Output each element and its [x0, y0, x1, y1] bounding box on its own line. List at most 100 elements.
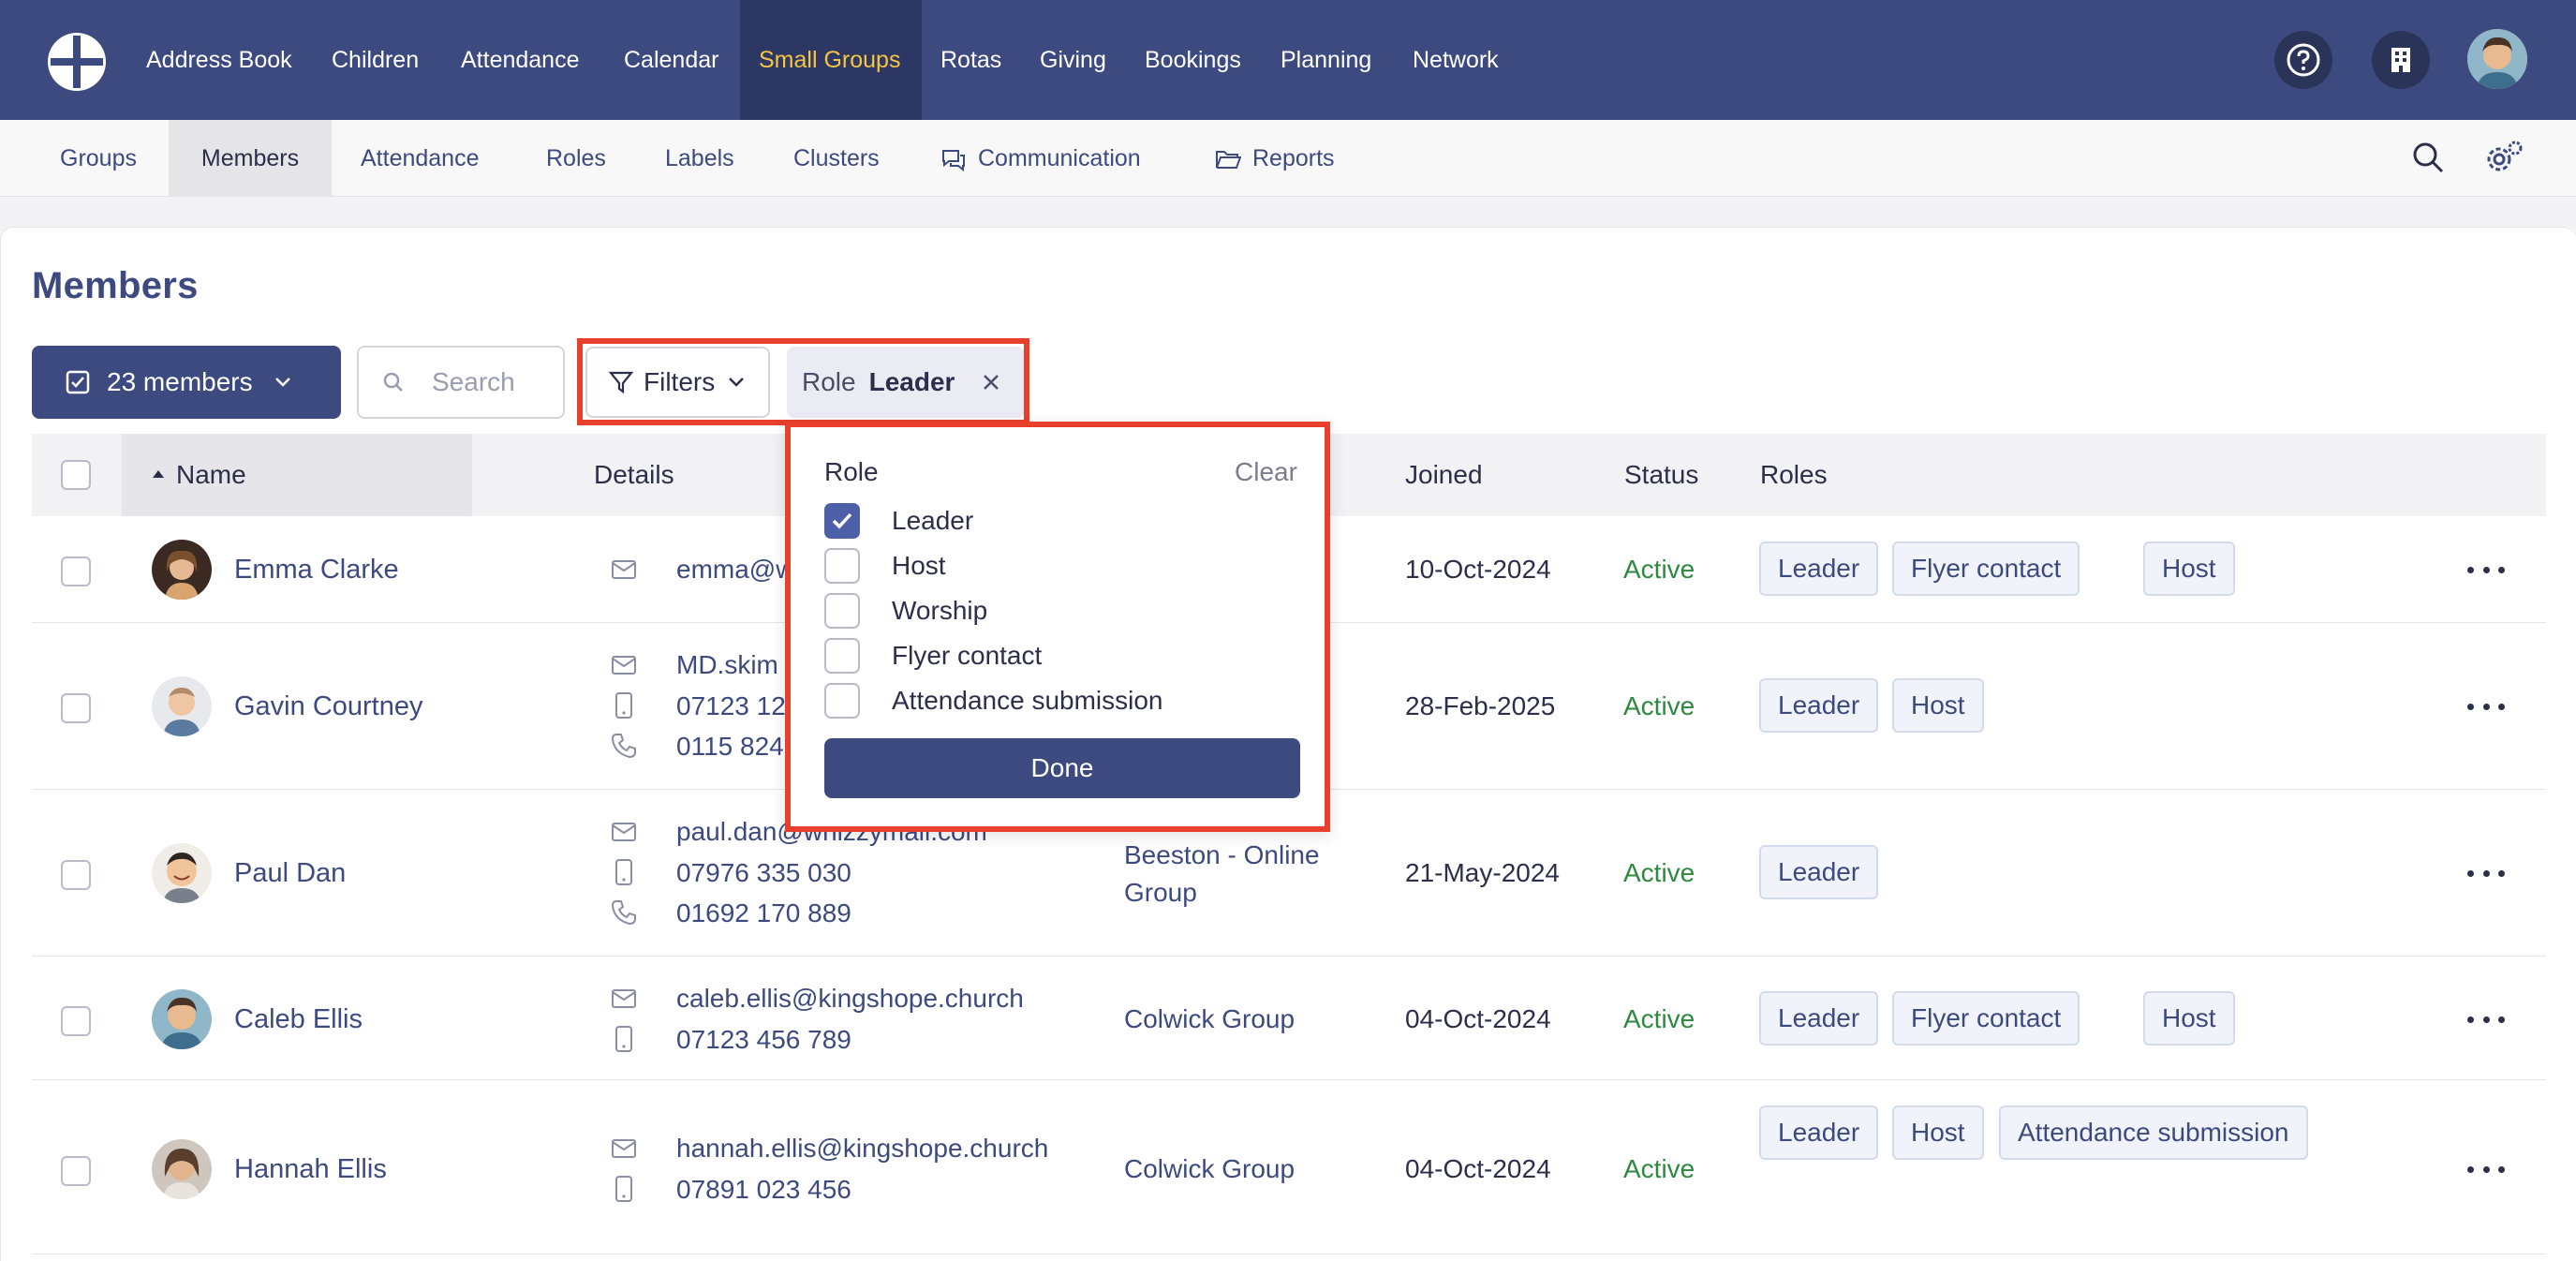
tab-reports[interactable]: Reports [1215, 120, 1335, 197]
email-icon [612, 656, 636, 675]
row-checkbox[interactable] [61, 693, 91, 723]
role-tag: Host [1892, 678, 1984, 733]
role-tag: Flyer contact [1892, 991, 2080, 1046]
row-more-button[interactable] [2467, 864, 2505, 883]
role-option-host[interactable]: Host [824, 547, 946, 585]
sub-navigation: Groups Members Attendance Roles Labels C… [0, 120, 2576, 197]
nav-network[interactable]: Network [1413, 0, 1499, 120]
help-button[interactable] [2274, 31, 2332, 89]
tab-attendance[interactable]: Attendance [361, 120, 480, 197]
member-name[interactable]: Gavin Courtney [234, 691, 423, 722]
member-phone[interactable]: 0115 824 [676, 732, 784, 762]
member-email[interactable]: caleb.ellis@kingshope.church [676, 984, 1024, 1014]
row-checkbox[interactable] [61, 860, 91, 890]
nav-children[interactable]: Children [332, 0, 419, 120]
role-option-worship[interactable]: Worship [824, 592, 987, 630]
role-tag: Leader [1759, 1105, 1879, 1160]
row-checkbox[interactable] [61, 556, 91, 586]
tab-clusters[interactable]: Clusters [793, 120, 880, 197]
top-navigation: Address Book Children Attendance Calenda… [0, 0, 2576, 120]
group-link[interactable]: Colwick Group [1124, 1001, 1295, 1038]
role-option-attendance-submission[interactable]: Attendance submission [824, 682, 1163, 720]
row-checkbox[interactable] [61, 1006, 91, 1036]
status-badge: Active [1623, 555, 1695, 584]
member-mobile[interactable]: 07123 12 [676, 691, 786, 721]
row-more-button[interactable] [2467, 560, 2505, 579]
member-name[interactable]: Caleb Ellis [234, 1004, 363, 1035]
role-tag: Leader [1759, 845, 1879, 899]
members-count: 23 members [107, 367, 253, 396]
column-status[interactable]: Status [1624, 434, 1698, 516]
clear-button[interactable]: Clear [1235, 457, 1297, 487]
column-joined[interactable]: Joined [1405, 434, 1483, 516]
member-name[interactable]: Hannah Ellis [234, 1154, 387, 1185]
status-badge: Active [1623, 1154, 1695, 1183]
done-button[interactable]: Done [824, 738, 1300, 798]
role-checkbox[interactable] [824, 638, 860, 674]
organisation-button[interactable] [2372, 31, 2430, 89]
column-roles[interactable]: Roles [1760, 434, 1828, 516]
email-icon [612, 989, 636, 1008]
avatar [152, 843, 212, 903]
role-tag: Host [2143, 541, 2235, 596]
tab-groups[interactable]: Groups [60, 120, 137, 197]
row-checkbox[interactable] [61, 1156, 91, 1186]
nav-small-groups[interactable]: Small Groups [740, 0, 922, 120]
nav-address-book[interactable]: Address Book [146, 0, 292, 120]
group-link[interactable]: Beeston - Online Group [1124, 837, 1320, 912]
tab-roles[interactable]: Roles [546, 120, 606, 197]
role-checkbox-checked[interactable] [824, 503, 860, 539]
member-email[interactable]: hannah.ellis@kingshope.church [676, 1134, 1048, 1164]
checkbox-icon [66, 370, 90, 394]
role-checkbox[interactable] [824, 548, 860, 584]
row-more-button[interactable] [2467, 1160, 2505, 1179]
status-badge: Active [1623, 691, 1695, 720]
joined-date: 04-Oct-2024 [1405, 1004, 1551, 1033]
group-link[interactable]: Colwick Group [1124, 1150, 1295, 1188]
search-icon[interactable] [2411, 141, 2445, 174]
row-divider [32, 956, 2546, 957]
user-avatar[interactable] [2467, 29, 2527, 89]
member-mobile[interactable]: 07976 335 030 [676, 858, 851, 888]
member-mobile[interactable]: 07891 023 456 [676, 1175, 851, 1205]
chevron-down-icon [274, 378, 290, 387]
phone-icon [611, 900, 636, 926]
nav-rotas[interactable]: Rotas [940, 0, 1001, 120]
member-mobile[interactable]: 07123 456 789 [676, 1025, 851, 1055]
role-tag: Host [1892, 1105, 1984, 1160]
tab-communication[interactable]: Communication [940, 120, 1141, 197]
role-tag: Flyer contact [1892, 541, 2080, 596]
member-email[interactable]: MD.skim [676, 650, 778, 680]
app-logo-icon[interactable] [45, 30, 109, 94]
column-details[interactable]: Details [594, 434, 674, 516]
mobile-icon [615, 692, 632, 719]
role-option-flyer-contact[interactable]: Flyer contact [824, 637, 1042, 675]
avatar [152, 1139, 212, 1199]
mobile-icon [615, 859, 632, 885]
member-name[interactable]: Emma Clarke [234, 555, 399, 586]
column-name[interactable]: Name [176, 434, 246, 516]
row-more-button[interactable] [2467, 697, 2505, 716]
member-phone[interactable]: 01692 170 889 [676, 898, 851, 928]
mobile-icon [615, 1176, 632, 1202]
select-all-checkbox[interactable] [61, 460, 91, 490]
role-checkbox[interactable] [824, 593, 860, 629]
role-checkbox[interactable] [824, 683, 860, 719]
tab-labels[interactable]: Labels [665, 120, 734, 197]
nav-attendance[interactable]: Attendance [461, 0, 580, 120]
search-field[interactable]: Search [357, 346, 565, 419]
members-select-button[interactable]: 23 members [32, 346, 341, 419]
nav-giving[interactable]: Giving [1040, 0, 1106, 120]
nav-planning[interactable]: Planning [1281, 0, 1371, 120]
folder-icon [1216, 151, 1241, 170]
role-option-label: Flyer contact [892, 641, 1043, 670]
member-name[interactable]: Paul Dan [234, 858, 346, 889]
nav-bookings[interactable]: Bookings [1145, 0, 1241, 120]
sorted-column-bg [122, 434, 472, 516]
member-email[interactable]: emma@w [676, 555, 794, 585]
tab-members[interactable]: Members [169, 120, 332, 197]
settings-gear-icon[interactable] [2484, 139, 2524, 176]
role-option-leader[interactable]: Leader [824, 502, 973, 540]
row-more-button[interactable] [2467, 1010, 2505, 1029]
nav-calendar[interactable]: Calendar [624, 0, 718, 120]
